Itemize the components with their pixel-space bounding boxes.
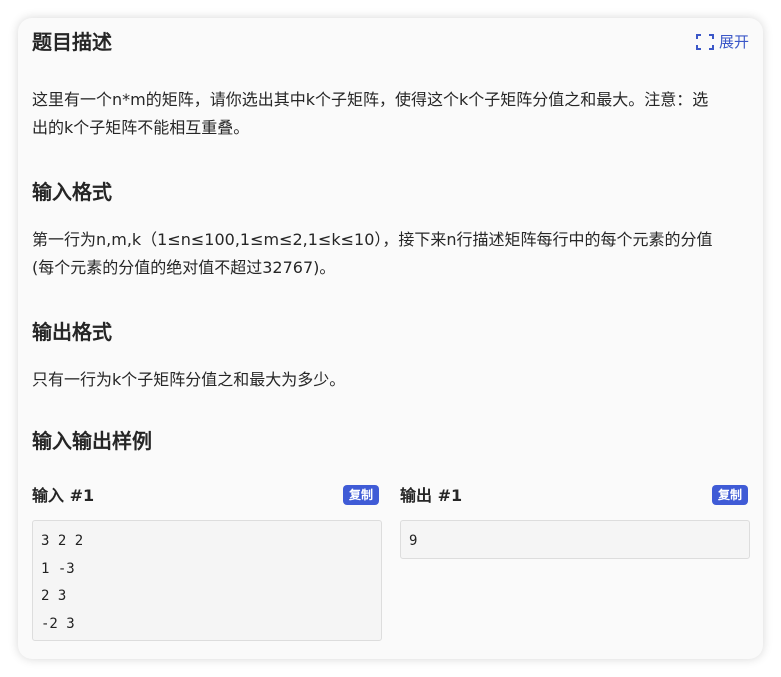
output-format-text: 只有一行为k个子矩阵分值之和最大为多少。 (32, 370, 346, 389)
expand-label: 展开 (718, 33, 749, 51)
expand-icon (695, 34, 714, 50)
sample-input-label: 输入 #1 (32, 486, 95, 505)
expand-button[interactable]: 展开 (695, 32, 749, 52)
copy-input-button[interactable]: 复制 (343, 485, 380, 505)
description-text: 这里有一个n*m的矩阵，请你选出其中k个子矩阵，使得这个k个子矩阵分值之和最大。… (32, 90, 709, 137)
samples-heading: 输入输出样例 (32, 429, 152, 453)
problem-card: 题目描述 展开 这里有一个n*m的矩阵，请你选出其中k个子矩阵，使得这个k个子矩… (18, 18, 763, 659)
sample-output-label: 输出 #1 (400, 486, 463, 505)
input-format-heading: 输入格式 (32, 180, 112, 204)
problem-description-title: 题目描述 (32, 30, 112, 54)
copy-output-button[interactable]: 复制 (712, 485, 749, 505)
input-format-text: 第一行为n,m,k（1≤n≤100,1≤m≤2,1≤k≤10），接下来n行描述矩… (32, 230, 713, 277)
sample-output-box[interactable]: 9 (400, 520, 750, 559)
output-format-heading: 输出格式 (32, 320, 112, 344)
sample-input-box[interactable]: 3 2 2 1 -3 2 3 -2 3 (32, 520, 382, 641)
